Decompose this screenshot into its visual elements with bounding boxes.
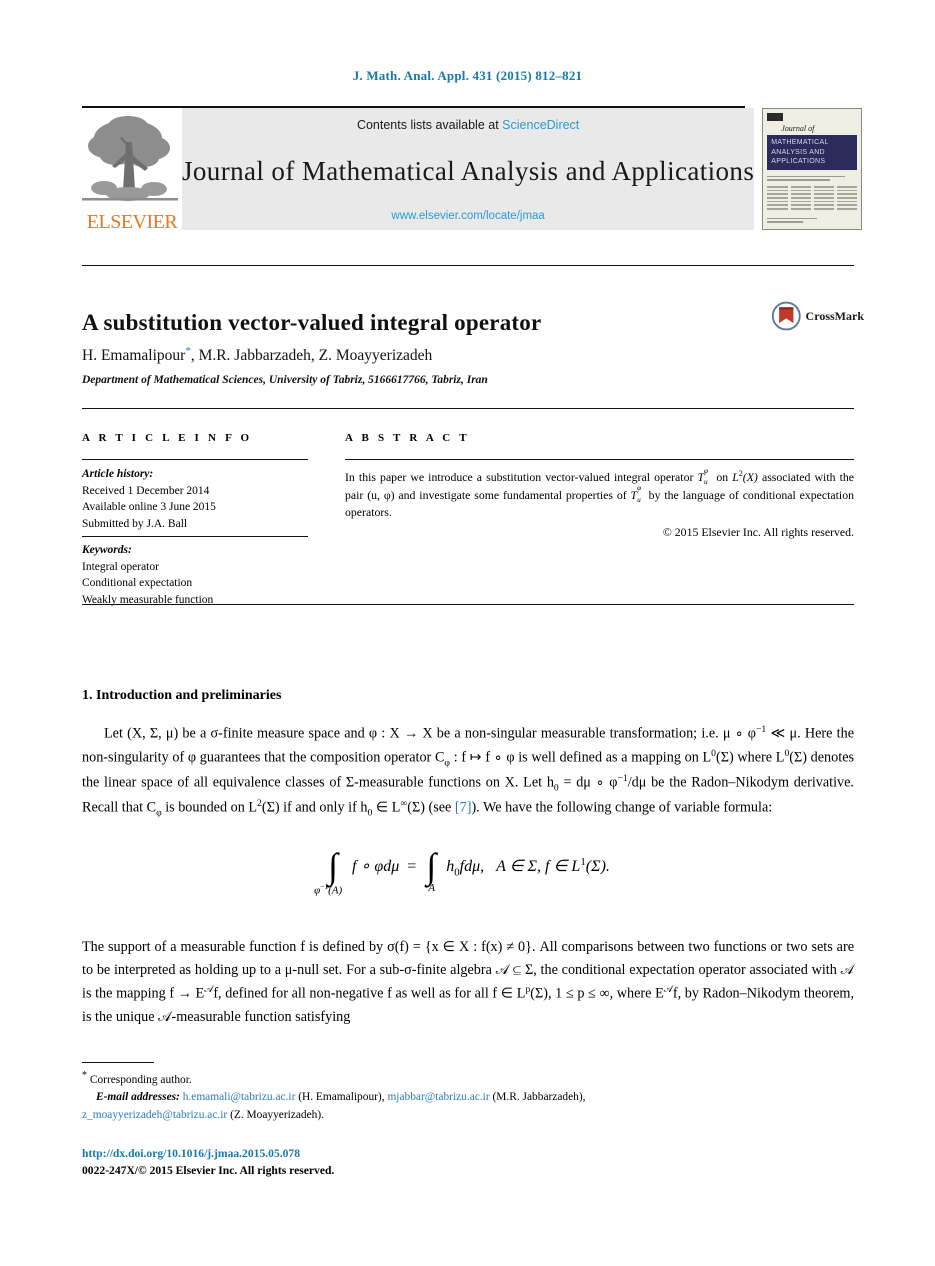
article-page: J. Math. Anal. Appl. 431 (2015) 812–821 bbox=[0, 0, 935, 1266]
footnote-rule bbox=[82, 1062, 154, 1063]
cover-contents-lines bbox=[767, 172, 858, 225]
keywords-block: Keywords: Integral operator Conditional … bbox=[82, 542, 322, 609]
abstract-part-2: on bbox=[716, 469, 729, 484]
p1-v: ). We have the following change of varia… bbox=[471, 799, 773, 816]
eq-lower-1-sup: −1 bbox=[320, 882, 329, 891]
eq-integrand-2: h bbox=[446, 858, 455, 876]
keyword-item: Conditional expectation bbox=[82, 577, 193, 590]
eq-conditions: A ∈ Σ, f ∈ L bbox=[496, 858, 581, 876]
p1-e: : f ↦ f ∘ φ is well defined as a mapping… bbox=[450, 749, 712, 766]
history-label: Article history: bbox=[82, 468, 154, 480]
p1-a: Let (X, Σ, μ) be a σ-finite measure spac… bbox=[104, 725, 756, 742]
history-submitted-by: Submitted by J.A. Ball bbox=[82, 518, 188, 531]
info-top-rule bbox=[82, 408, 854, 409]
eq-lower-1-arg: (A) bbox=[328, 884, 343, 897]
abstract-rule bbox=[345, 459, 854, 460]
abstract-space-arg: (X) bbox=[742, 469, 758, 484]
journal-cover-thumbnail: Journal of MATHEMATICAL ANALYSIS AND APP… bbox=[762, 108, 864, 230]
eq-conditions-end: (Σ). bbox=[585, 858, 610, 876]
doi-link[interactable]: http://dx.doi.org/10.1016/j.jmaa.2015.05… bbox=[82, 1146, 682, 1163]
history-available-online: Available online 3 June 2015 bbox=[82, 501, 216, 514]
section-heading: 1. Introduction and preliminaries bbox=[82, 687, 282, 703]
crossmark-badge[interactable]: CrossMark bbox=[772, 296, 864, 336]
eq-integrand-1: f ∘ φdμ bbox=[351, 858, 400, 876]
title-divider bbox=[82, 265, 854, 266]
operator-tu-phi: Tuφ bbox=[697, 465, 709, 487]
email-label: E-mail addresses: bbox=[96, 1091, 180, 1104]
article-info-rule bbox=[82, 459, 308, 460]
email-link-3[interactable]: z_moayyerizadeh@tabrizu.ac.ir bbox=[82, 1109, 227, 1121]
abstract-part-1: In this paper we introduce a substitutio… bbox=[345, 469, 694, 484]
contents-prefix: Contents lists available at bbox=[356, 118, 499, 132]
affiliation: Department of Mathematical Sciences, Uni… bbox=[82, 374, 488, 386]
cover-journal-of-label: Journal of bbox=[781, 124, 815, 134]
p1-g: (Σ) where L bbox=[716, 749, 785, 766]
p2-sup-3: 𝒜 bbox=[663, 984, 673, 995]
journal-url-link[interactable]: www.elsevier.com/locate/jmaa bbox=[391, 210, 544, 222]
integral-1: ∫ φ−1(A) bbox=[314, 846, 343, 897]
keywords-label: Keywords: bbox=[82, 544, 132, 556]
p1-o: is bounded on L bbox=[161, 799, 258, 816]
author-list: H. Emamalipour*, M.R. Jabbarzadeh, Z. Mo… bbox=[82, 345, 782, 365]
cover-elsevier-mark-icon bbox=[767, 113, 784, 122]
eq-lower-2: A bbox=[428, 882, 436, 894]
elsevier-logo: ELSEVIER bbox=[82, 108, 182, 233]
sciencedirect-banner: Contents lists available at ScienceDirec… bbox=[182, 108, 755, 230]
email-name-1: (H. Emamalipour), bbox=[298, 1091, 385, 1104]
email-link-1[interactable]: h.emamali@tabrizu.ac.ir bbox=[183, 1091, 296, 1103]
doi-block: http://dx.doi.org/10.1016/j.jmaa.2015.05… bbox=[82, 1146, 682, 1180]
keyword-item: Weakly measurable function bbox=[82, 594, 214, 607]
page-title: A substitution vector-valued integral op… bbox=[82, 310, 542, 336]
running-head: J. Math. Anal. Appl. 431 (2015) 812–821 bbox=[352, 68, 583, 83]
p2-sup-1: 𝒜 bbox=[204, 984, 214, 995]
email-name-3: (Z. Moayyerizadeh). bbox=[230, 1109, 324, 1122]
p2-c: (Σ), 1 ≤ p ≤ ∞, where E bbox=[530, 985, 664, 1002]
cover-title-band: MATHEMATICAL ANALYSIS AND APPLICATIONS bbox=[767, 135, 858, 170]
email-addresses-line: E-mail addresses: h.emamali@tabrizu.ac.i… bbox=[82, 1089, 854, 1124]
body-paragraph-2: The support of a measurable function f i… bbox=[82, 936, 854, 1029]
sciencedirect-link[interactable]: ScienceDirect bbox=[502, 118, 579, 132]
asterisk-marker: * bbox=[82, 1070, 87, 1081]
abstract-copyright: © 2015 Elsevier Inc. All rights reserved… bbox=[662, 524, 854, 539]
operator-tu-phi-2: Tuφ bbox=[630, 483, 642, 505]
article-history: Article history: Received 1 December 201… bbox=[82, 466, 322, 533]
email-name-2: (M.R. Jabbarzadeh), bbox=[492, 1091, 586, 1104]
history-received: Received 1 December 2014 bbox=[82, 484, 210, 497]
citation-link-7[interactable]: [7] bbox=[455, 800, 472, 816]
contents-line: Contents lists available at ScienceDirec… bbox=[357, 118, 579, 132]
body-paragraph-1: Let (X, Σ, μ) be a σ-finite measure spac… bbox=[82, 722, 854, 821]
journal-title: Journal of Mathematical Analysis and App… bbox=[182, 155, 755, 186]
corresponding-author-text: Corresponding author. bbox=[89, 1073, 192, 1086]
author-first: H. Emamalipour bbox=[82, 347, 186, 365]
corresponding-author-note: * Corresponding author. bbox=[82, 1068, 854, 1089]
authors-remaining: , M.R. Jabbarzadeh, Z. Moayyerizadeh bbox=[190, 347, 433, 365]
article-info-header: A R T I C L E I N F O bbox=[82, 432, 253, 444]
journal-masthead: ELSEVIER Contents lists available at Sci… bbox=[82, 106, 863, 233]
footnote-block: * Corresponding author. E-mail addresses… bbox=[82, 1068, 854, 1125]
elsevier-wordmark: ELSEVIER bbox=[86, 211, 178, 233]
p1-k: = dμ ∘ φ bbox=[558, 774, 618, 791]
email-link-2[interactable]: mjabbar@tabrizu.ac.ir bbox=[387, 1091, 489, 1103]
info-bottom-rule bbox=[82, 604, 854, 605]
keywords-divider bbox=[82, 536, 308, 537]
p1-q: (Σ) if and only if h bbox=[261, 799, 368, 816]
p1-l: −1 bbox=[617, 772, 628, 784]
eq-equals: = bbox=[407, 858, 417, 876]
keyword-item: Integral operator bbox=[82, 560, 159, 573]
p1-s: ∈ L bbox=[372, 799, 401, 816]
p2-b: f, defined for all non-negative f as wel… bbox=[213, 985, 526, 1002]
elsevier-tree-icon bbox=[82, 116, 178, 201]
crossmark-label: CrossMark bbox=[805, 308, 864, 323]
p1-u: (Σ) (see bbox=[407, 799, 455, 816]
issn-copyright-line: 0022-247X/© 2015 Elsevier Inc. All right… bbox=[82, 1163, 335, 1177]
p1-b: −1 bbox=[755, 724, 767, 735]
crossmark-icon bbox=[772, 301, 801, 331]
display-equation: ∫ φ−1(A) f ∘ φdμ = ∫ A h0fdμ, A ∈ Σ, f ∈… bbox=[82, 846, 854, 897]
integral-2: ∫ A bbox=[426, 846, 437, 894]
eq-integrand-2-rest: fdμ, bbox=[459, 858, 485, 876]
abstract-header: A B S T R A C T bbox=[345, 432, 470, 444]
abstract-text: In this paper we introduce a substitutio… bbox=[345, 465, 854, 542]
